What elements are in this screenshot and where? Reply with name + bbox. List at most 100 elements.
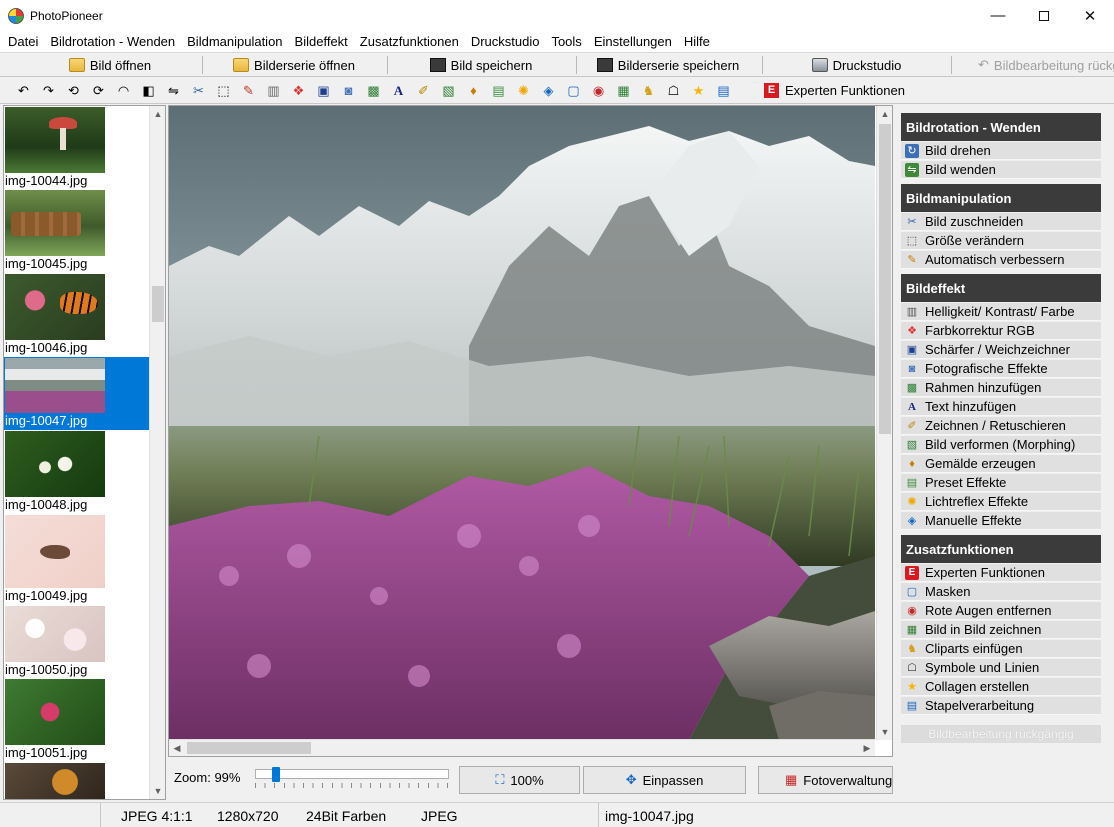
symbols-icon[interactable]: ☖ [665, 82, 682, 99]
menu-bildmanipulation[interactable]: Bildmanipulation [181, 31, 288, 52]
panel-item-painting[interactable]: ♦ Gemälde erzeugen [901, 455, 1101, 473]
manual-effects-icon[interactable]: ◈ [540, 82, 557, 99]
panel-item-symbols[interactable]: ☖ Symbole und Linien [901, 659, 1101, 677]
menu-hilfe[interactable]: Hilfe [678, 31, 716, 52]
panel-item-lens-flare[interactable]: ✺ Lichtreflex Effekte [901, 493, 1101, 511]
menu-tools[interactable]: Tools [545, 31, 587, 52]
zoom-100-button[interactable]: ⛶ 100% [459, 766, 580, 794]
scroll-left-icon[interactable]: ◀ [169, 740, 185, 756]
thumbnail-scrollbar[interactable]: ▲ ▼ [149, 106, 165, 799]
panel-item-collage[interactable]: ★ Collagen erstellen [901, 678, 1101, 696]
panel-item-cliparts[interactable]: ♞ Cliparts einfügen [901, 640, 1101, 658]
zoom-slider[interactable] [255, 769, 449, 779]
rotate-cw-icon[interactable]: ⟳ [90, 82, 107, 99]
rgb-icon[interactable]: ❖ [290, 82, 307, 99]
thumbnail-item[interactable]: img-10046.jpg [4, 273, 151, 357]
scrollbar-thumb[interactable] [879, 124, 891, 434]
panel-item-rgb[interactable]: ❖ Farbkorrektur RGB [901, 322, 1101, 340]
undo-panel-button[interactable]: Bildbearbeitung rückgängig [901, 725, 1101, 743]
thumbnail-item[interactable]: img-10044.jpg [4, 106, 151, 189]
open-image-button[interactable]: Bild öffnen [20, 54, 200, 76]
photo-manager-button[interactable]: ▦ Fotoverwaltung [758, 766, 893, 794]
lens-flare-icon[interactable]: ✺ [515, 82, 532, 99]
panel-item-brightness[interactable]: ▥ Helligkeit/ Kontrast/ Farbe [901, 303, 1101, 321]
panel-item-draw[interactable]: ✐ Zeichnen / Retuschieren [901, 417, 1101, 435]
morph-icon[interactable]: ▧ [440, 82, 457, 99]
panel-item-auto-enhance[interactable]: ✎ Automatisch verbessern [901, 251, 1101, 269]
menu-datei[interactable]: Datei [2, 31, 44, 52]
brightness-icon[interactable]: ▥ [265, 82, 282, 99]
panel-item-flip[interactable]: ⇋ Bild wenden [901, 161, 1101, 179]
thumbnail-item[interactable]: img-10050.jpg [4, 605, 151, 678]
close-button[interactable]: ✕ [1067, 0, 1113, 31]
expert-functions-button[interactable]: E Experten Funktionen [764, 80, 905, 100]
panel-item-pip[interactable]: ▦ Bild in Bild zeichnen [901, 621, 1101, 639]
menu-einstellungen[interactable]: Einstellungen [588, 31, 678, 52]
fit-button[interactable]: ✥ Einpassen [583, 766, 746, 794]
camera-icon[interactable]: ◙ [340, 82, 357, 99]
menu-bildeffekt[interactable]: Bildeffekt [289, 31, 354, 52]
panel-item-sharpen[interactable]: ▣ Schärfer / Weichzeichner [901, 341, 1101, 359]
thumbnail-item[interactable]: img-10045.jpg [4, 189, 151, 273]
scroll-up-icon[interactable]: ▲ [877, 106, 892, 122]
panel-item-batch[interactable]: ▤ Stapelverarbeitung [901, 697, 1101, 715]
panel-item-preset[interactable]: ▤ Preset Effekte [901, 474, 1101, 492]
sharpen-icon[interactable]: ▣ [315, 82, 332, 99]
print-studio-button[interactable]: Druckstudio [764, 54, 949, 76]
thumbnail-item[interactable]: img-10048.jpg [4, 430, 151, 514]
rotate-ccw-icon[interactable]: ⟲ [65, 82, 82, 99]
scroll-right-icon[interactable]: ▶ [859, 740, 875, 756]
rotate-angle-icon[interactable]: ◠ [115, 82, 132, 99]
picture-in-picture-icon[interactable]: ▦ [615, 82, 632, 99]
minimize-button[interactable]: — [975, 0, 1021, 31]
save-series-button[interactable]: Bilderserie speichern [578, 54, 758, 76]
panel-item-morph[interactable]: ▧ Bild verformen (Morphing) [901, 436, 1101, 454]
frame-icon[interactable]: ▩ [365, 82, 382, 99]
resize-icon[interactable]: ⬚ [215, 82, 232, 99]
magic-wand-icon[interactable]: ✎ [240, 82, 257, 99]
text-icon[interactable]: A [390, 82, 407, 99]
scrollbar-thumb[interactable] [152, 286, 164, 322]
menu-druckstudio[interactable]: Druckstudio [465, 31, 546, 52]
thumbnail-item[interactable]: img-10051.jpg [4, 678, 151, 762]
mask-icon[interactable]: ▢ [565, 82, 582, 99]
scroll-down-icon[interactable]: ▼ [150, 783, 165, 799]
undo-toolbar-button[interactable]: ↶ Bildbearbeitung rückgängig [978, 54, 1114, 76]
paint-icon[interactable]: ♦ [465, 82, 482, 99]
thumbnail-item-selected[interactable]: img-10047.jpg [4, 357, 151, 430]
draw-icon[interactable]: ✐ [415, 82, 432, 99]
red-eye-icon[interactable]: ◉ [590, 82, 607, 99]
rotate-right-icon[interactable]: ↷ [40, 82, 57, 99]
maximize-button[interactable] [1021, 0, 1067, 31]
scroll-up-icon[interactable]: ▲ [150, 106, 165, 122]
save-image-button[interactable]: Bild speichern [389, 54, 573, 76]
open-series-button[interactable]: Bilderserie öffnen [204, 54, 384, 76]
panel-item-masks[interactable]: ▢ Masken [901, 583, 1101, 601]
flip-icon[interactable]: ◧ [140, 82, 157, 99]
viewer-horizontal-scrollbar[interactable]: ◀ ▶ [169, 739, 875, 756]
panel-item-resize[interactable]: ⬚ Größe verändern [901, 232, 1101, 250]
preset-icon[interactable]: ▤ [490, 82, 507, 99]
rotate-left-icon[interactable]: ↶ [15, 82, 32, 99]
panel-item-crop[interactable]: ✂ Bild zuschneiden [901, 213, 1101, 231]
star-icon[interactable]: ★ [690, 82, 707, 99]
viewer-vertical-scrollbar[interactable]: ▲ ▼ [876, 106, 892, 740]
panel-item-red-eye[interactable]: ◉ Rote Augen entfernen [901, 602, 1101, 620]
scroll-down-icon[interactable]: ▼ [877, 724, 892, 740]
thumbnail-item[interactable] [4, 762, 151, 799]
menu-zusatzfunktionen[interactable]: Zusatzfunktionen [354, 31, 465, 52]
panel-item-rotate[interactable]: ↻ Bild drehen [901, 142, 1101, 160]
panel-item-frame[interactable]: ▩ Rahmen hinzufügen [901, 379, 1101, 397]
clipart-icon[interactable]: ♞ [640, 82, 657, 99]
panel-item-photo-effects[interactable]: ◙ Fotografische Effekte [901, 360, 1101, 378]
panel-item-text[interactable]: A Text hinzufügen [901, 398, 1101, 416]
scrollbar-thumb[interactable] [187, 742, 311, 754]
mirror-icon[interactable]: ⇋ [165, 82, 182, 99]
thumbnail-item[interactable]: img-10049.jpg [4, 514, 151, 605]
panel-item-expert[interactable]: E Experten Funktionen [901, 564, 1101, 582]
batch-icon[interactable]: ▤ [715, 82, 732, 99]
panel-item-manual-effects[interactable]: ◈ Manuelle Effekte [901, 512, 1101, 530]
scissors-icon[interactable]: ✂ [190, 82, 207, 99]
menu-bildrotation[interactable]: Bildrotation - Wenden [44, 31, 181, 52]
zoom-slider-handle[interactable] [272, 767, 280, 782]
